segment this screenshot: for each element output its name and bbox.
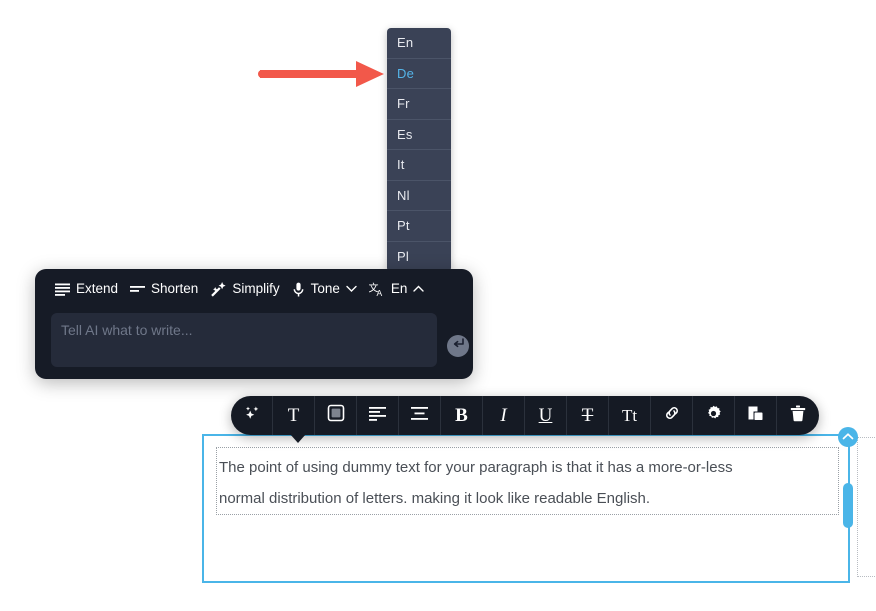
language-option-it[interactable]: It bbox=[387, 150, 451, 181]
align-center-icon bbox=[410, 406, 429, 426]
ai-action-simplify[interactable]: Simplify bbox=[206, 278, 287, 301]
bold-B-icon: B bbox=[455, 405, 468, 426]
duplicate-button[interactable] bbox=[735, 396, 777, 435]
language-option-de[interactable]: De bbox=[387, 59, 451, 89]
underline-button[interactable]: U bbox=[525, 396, 567, 435]
enter-arrow-icon bbox=[452, 337, 465, 355]
microphone-icon bbox=[292, 282, 305, 297]
settings-button[interactable] bbox=[693, 396, 735, 435]
ai-action-extend[interactable]: Extend bbox=[51, 278, 126, 300]
ai-action-label: Shorten bbox=[151, 281, 199, 297]
align-left-icon bbox=[368, 406, 387, 426]
toolbar-pointer-caret bbox=[290, 434, 306, 443]
language-option-nl[interactable]: Nl bbox=[387, 181, 451, 211]
language-dropdown-menu[interactable]: En De Fr Es It Nl Pt Pl bbox=[387, 28, 451, 272]
underline-U-icon: U bbox=[538, 405, 553, 426]
chevron-down-icon[interactable] bbox=[346, 285, 357, 293]
language-option-fr[interactable]: Fr bbox=[387, 89, 451, 120]
strikethrough-T-icon: T bbox=[581, 405, 594, 426]
sparkles-icon bbox=[242, 403, 262, 428]
ai-action-label: En bbox=[390, 281, 408, 297]
filled-square-icon bbox=[327, 404, 345, 427]
delete-button[interactable] bbox=[777, 396, 819, 435]
chevron-up-icon[interactable] bbox=[413, 285, 425, 293]
align-center-button[interactable] bbox=[399, 396, 441, 435]
ai-prompt-row bbox=[51, 313, 469, 367]
trash-icon bbox=[790, 405, 806, 427]
ai-sparkles-button[interactable] bbox=[231, 396, 273, 435]
text-style-button[interactable]: T bbox=[273, 396, 315, 435]
link-button[interactable] bbox=[651, 396, 693, 435]
text-format-toolbar: T B I U T Tt bbox=[231, 396, 819, 435]
strikethrough-button[interactable]: T bbox=[567, 396, 609, 435]
ai-submit-button[interactable] bbox=[447, 335, 469, 357]
language-option-es[interactable]: Es bbox=[387, 120, 451, 150]
text-lines-short-icon bbox=[130, 283, 146, 296]
gear-icon bbox=[705, 405, 722, 427]
magic-wand-icon bbox=[210, 281, 226, 297]
language-option-en[interactable]: En bbox=[387, 28, 451, 59]
ai-action-label: Tone bbox=[310, 281, 340, 297]
chevron-up-icon bbox=[842, 428, 854, 446]
screenshot-canvas: En De Fr Es It Nl Pt Pl Extend Shorten S… bbox=[0, 0, 876, 611]
paragraph-line-2: normal distribution of letters. making i… bbox=[219, 490, 651, 507]
ai-action-shorten[interactable]: Shorten bbox=[126, 278, 206, 300]
translate-icon: 文 A bbox=[369, 282, 385, 297]
paragraph-text[interactable]: The point of using dummy text for your p… bbox=[219, 452, 844, 514]
adjacent-column-outline bbox=[857, 437, 876, 577]
ai-prompt-input[interactable] bbox=[51, 313, 437, 367]
svg-text:A: A bbox=[376, 288, 382, 297]
text-lines-icon bbox=[55, 283, 70, 296]
background-color-button[interactable] bbox=[315, 396, 357, 435]
ai-action-label: Simplify bbox=[232, 281, 280, 297]
red-pointer-arrow-icon bbox=[258, 61, 384, 87]
copy-icon bbox=[747, 405, 764, 427]
vertical-resize-handle[interactable] bbox=[843, 483, 853, 528]
bold-button[interactable]: B bbox=[441, 396, 483, 435]
paragraph-line-1: The point of using dummy text for your p… bbox=[219, 459, 733, 476]
font-size-button[interactable]: Tt bbox=[609, 396, 651, 435]
italic-I-icon: I bbox=[500, 405, 507, 426]
ai-action-label: Extend bbox=[76, 281, 119, 297]
language-option-pl[interactable]: Pl bbox=[387, 242, 451, 273]
ai-assistant-panel: Extend Shorten Simplify Tone 文 A En Tell… bbox=[35, 269, 473, 379]
collapse-block-handle[interactable] bbox=[838, 427, 858, 447]
align-left-button[interactable] bbox=[357, 396, 399, 435]
ai-action-tone[interactable]: Tone bbox=[288, 278, 365, 301]
text-T-icon: T bbox=[287, 405, 300, 426]
italic-button[interactable]: I bbox=[483, 396, 525, 435]
font-size-Tt-icon: Tt bbox=[621, 406, 638, 425]
ai-action-language[interactable]: 文 A En bbox=[365, 278, 433, 301]
language-option-pt[interactable]: Pt bbox=[387, 211, 451, 242]
link-chain-icon bbox=[663, 404, 681, 427]
ai-action-bar: Extend Shorten Simplify Tone 文 A En bbox=[35, 269, 473, 309]
